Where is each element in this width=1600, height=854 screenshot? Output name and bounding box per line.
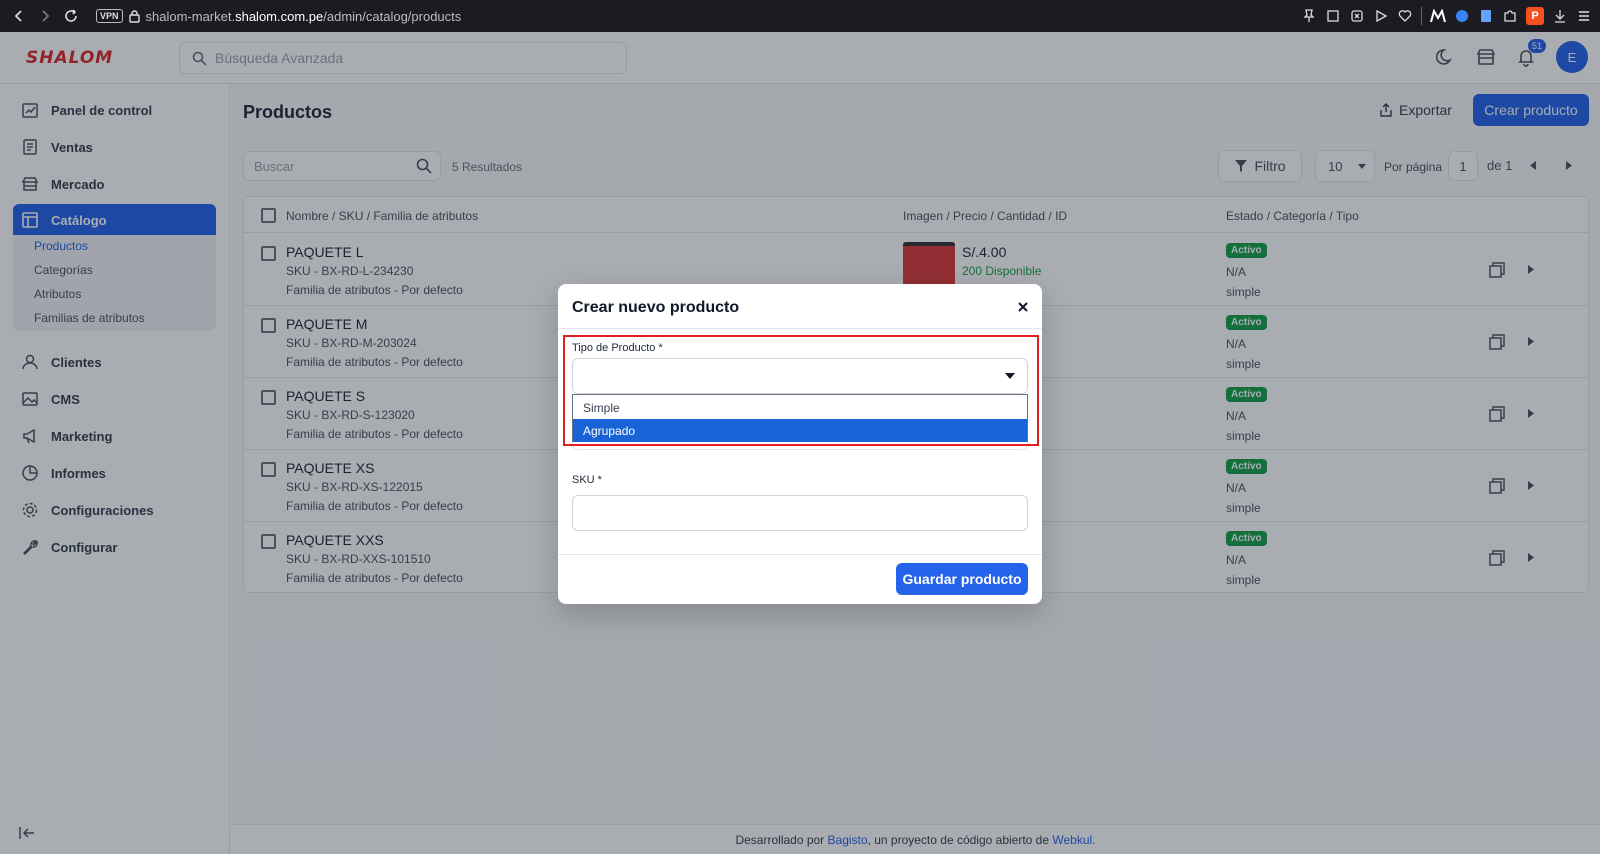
download-icon[interactable] bbox=[1552, 8, 1568, 24]
product-type-label: Tipo de Producto * bbox=[572, 342, 663, 354]
product-type-select[interactable] bbox=[572, 358, 1028, 394]
back-icon[interactable] bbox=[8, 5, 30, 27]
shield-icon[interactable] bbox=[1349, 8, 1365, 24]
create-product-modal: Crear nuevo producto Tipo de Producto * … bbox=[558, 284, 1042, 604]
lock-icon bbox=[128, 9, 140, 23]
extension-doc-icon[interactable] bbox=[1478, 8, 1494, 24]
close-icon[interactable] bbox=[1018, 302, 1028, 312]
option-simple[interactable]: Simple bbox=[573, 396, 1027, 419]
forward-icon[interactable] bbox=[34, 5, 56, 27]
sku-label: SKU * bbox=[572, 474, 602, 486]
profile-extension-icon[interactable]: P bbox=[1526, 7, 1544, 25]
browser-toolbar: VPN shalom-market.shalom.com.pe/admin/ca… bbox=[0, 0, 1600, 32]
option-grouped[interactable]: Agrupado bbox=[573, 419, 1027, 442]
extension-m-icon[interactable] bbox=[1430, 8, 1446, 24]
menu-icon[interactable] bbox=[1576, 8, 1592, 24]
product-type-dropdown: Simple Agrupado bbox=[572, 394, 1028, 442]
heart-icon[interactable] bbox=[1397, 8, 1413, 24]
extension-blue-icon[interactable] bbox=[1454, 8, 1470, 24]
address-bar[interactable]: shalom-market.shalom.com.pe/admin/catalo… bbox=[146, 9, 462, 24]
toolbar-divider bbox=[1421, 7, 1422, 25]
modal-title: Crear nuevo producto bbox=[572, 299, 740, 316]
vpn-badge[interactable]: VPN bbox=[96, 9, 123, 23]
screenshot-icon[interactable] bbox=[1325, 8, 1341, 24]
puzzle-icon[interactable] bbox=[1502, 8, 1518, 24]
modal-header-divider bbox=[558, 328, 1042, 329]
play-icon[interactable] bbox=[1373, 8, 1389, 24]
chevron-down-icon bbox=[1005, 373, 1015, 379]
reload-icon[interactable] bbox=[60, 5, 82, 27]
pin-icon[interactable] bbox=[1301, 8, 1317, 24]
modal-footer-divider bbox=[558, 554, 1042, 555]
sku-input[interactable] bbox=[572, 495, 1028, 531]
save-product-button[interactable]: Guardar producto bbox=[896, 563, 1028, 595]
